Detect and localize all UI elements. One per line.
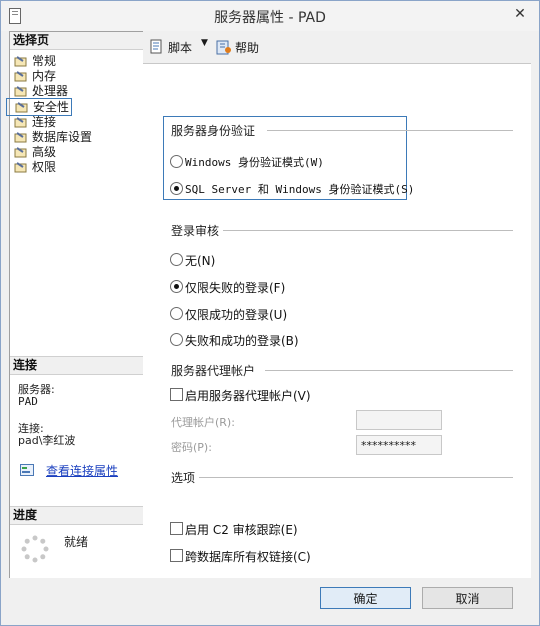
- group-divider: [267, 130, 513, 131]
- wrench-page-icon: [14, 71, 27, 82]
- proxy-account-label: 代理帐户(R):: [171, 416, 235, 429]
- cancel-button[interactable]: 取消: [422, 587, 513, 609]
- spinner-icon: [21, 535, 49, 563]
- wrench-page-icon: [14, 117, 27, 128]
- nav-item-connections[interactable]: 连接: [12, 114, 56, 130]
- progress-section: 进度 就绪: [10, 506, 143, 563]
- dialog-footer: 确定 取消: [1, 578, 539, 625]
- right-pane: 脚本 ▼ 帮助 服务器身份验证 Windows 身份验证模式(W) SQL Se…: [143, 31, 531, 578]
- help-icon: [216, 40, 231, 55]
- audit-both-radio[interactable]: [170, 333, 183, 346]
- group-divider: [265, 370, 513, 371]
- nav-item-label: 安全性: [33, 100, 70, 114]
- options-group-title: 选项: [171, 471, 196, 485]
- auth-group-title: 服务器身份验证: [171, 124, 256, 138]
- windows-auth-label: Windows 身份验证模式(W): [185, 156, 324, 169]
- nav-item-general[interactable]: 常规: [12, 53, 56, 69]
- proxy-password-label: 密码(P):: [171, 441, 212, 454]
- group-divider: [223, 230, 513, 231]
- cross-db-chaining-label: 跨数据库所有权链接(C): [185, 550, 311, 564]
- wrench-page-icon: [14, 86, 27, 97]
- server-value: PAD: [18, 395, 38, 408]
- nav-item-label: 连接: [32, 115, 57, 129]
- audit-both-label: 失败和成功的登录(B): [185, 334, 299, 348]
- audit-failed-radio[interactable]: [170, 280, 183, 293]
- enable-proxy-checkbox[interactable]: [170, 388, 183, 401]
- c2-audit-label: 启用 C2 审核跟踪(E): [185, 523, 298, 537]
- script-icon: [150, 39, 162, 54]
- enable-proxy-label: 启用服务器代理帐户(V): [185, 389, 311, 403]
- mixed-auth-radio[interactable]: [170, 182, 183, 195]
- wrench-page-icon: [15, 102, 28, 113]
- window-title: 服务器属性 - PAD: [214, 10, 326, 26]
- progress-status: 就绪: [64, 535, 89, 549]
- group-divider: [199, 477, 513, 478]
- audit-group-title: 登录审核: [171, 224, 220, 238]
- select-page-header: 选择页: [10, 32, 143, 50]
- server-properties-dialog: 服务器属性 - PAD ✕ 选择页 常规 内存 处理器 安全性 连接 数据库设置…: [0, 0, 540, 626]
- connection-section: 连接 服务器: PAD 连接: pad\李红波 查看连接属性: [10, 356, 143, 478]
- audit-success-radio[interactable]: [170, 307, 183, 320]
- mixed-auth-label: SQL Server 和 Windows 身份验证模式(S): [185, 183, 415, 196]
- cross-db-chaining-checkbox[interactable]: [170, 549, 183, 562]
- nav-item-advanced[interactable]: 高级: [12, 144, 56, 160]
- audit-failed-label: 仅限失败的登录(F): [185, 281, 286, 295]
- close-button[interactable]: ✕: [509, 4, 531, 24]
- view-connection-properties-link[interactable]: 查看连接属性: [46, 462, 118, 479]
- audit-none-radio[interactable]: [170, 253, 183, 266]
- wrench-page-icon: [14, 162, 27, 173]
- left-pane: 选择页 常规 内存 处理器 安全性 连接 数据库设置 高级 权限 连接 服务器:…: [6, 31, 144, 579]
- proxy-group-title: 服务器代理帐户: [171, 364, 256, 378]
- wrench-page-icon: [14, 56, 27, 67]
- help-label: 帮助: [235, 41, 260, 55]
- title-bar: 服务器属性 - PAD ✕: [1, 1, 539, 31]
- security-page-content: 服务器身份验证 Windows 身份验证模式(W) SQL Server 和 W…: [143, 63, 531, 578]
- audit-success-label: 仅限成功的登录(U): [185, 308, 288, 322]
- proxy-account-field[interactable]: [356, 410, 442, 430]
- wrench-page-icon: [14, 132, 27, 143]
- progress-header: 进度: [10, 506, 143, 525]
- nav-item-permissions[interactable]: 权限: [12, 159, 56, 175]
- wrench-page-icon: [14, 147, 27, 158]
- dropdown-arrow-icon[interactable]: ▼: [201, 38, 208, 48]
- nav-item-label: 数据库设置: [32, 130, 93, 144]
- nav-item-processor[interactable]: 处理器: [12, 83, 68, 99]
- connection-header: 连接: [10, 356, 143, 375]
- audit-none-label: 无(N): [185, 254, 216, 268]
- windows-auth-radio[interactable]: [170, 155, 183, 168]
- nav-item-label: 高级: [32, 145, 57, 159]
- nav-item-database-settings[interactable]: 数据库设置: [12, 129, 92, 145]
- nav-item-label: 常规: [32, 54, 57, 68]
- ok-button[interactable]: 确定: [320, 587, 411, 609]
- nav-item-label: 权限: [32, 160, 57, 174]
- nav-item-label: 处理器: [32, 84, 69, 98]
- connection-value: pad\李红波: [18, 434, 76, 447]
- script-label: 脚本: [168, 41, 193, 55]
- nav-item-label: 内存: [32, 69, 57, 83]
- view-properties-icon: [20, 464, 34, 476]
- nav-item-memory[interactable]: 内存: [12, 68, 56, 84]
- proxy-password-field[interactable]: **********: [356, 435, 442, 455]
- c2-audit-checkbox[interactable]: [170, 522, 183, 535]
